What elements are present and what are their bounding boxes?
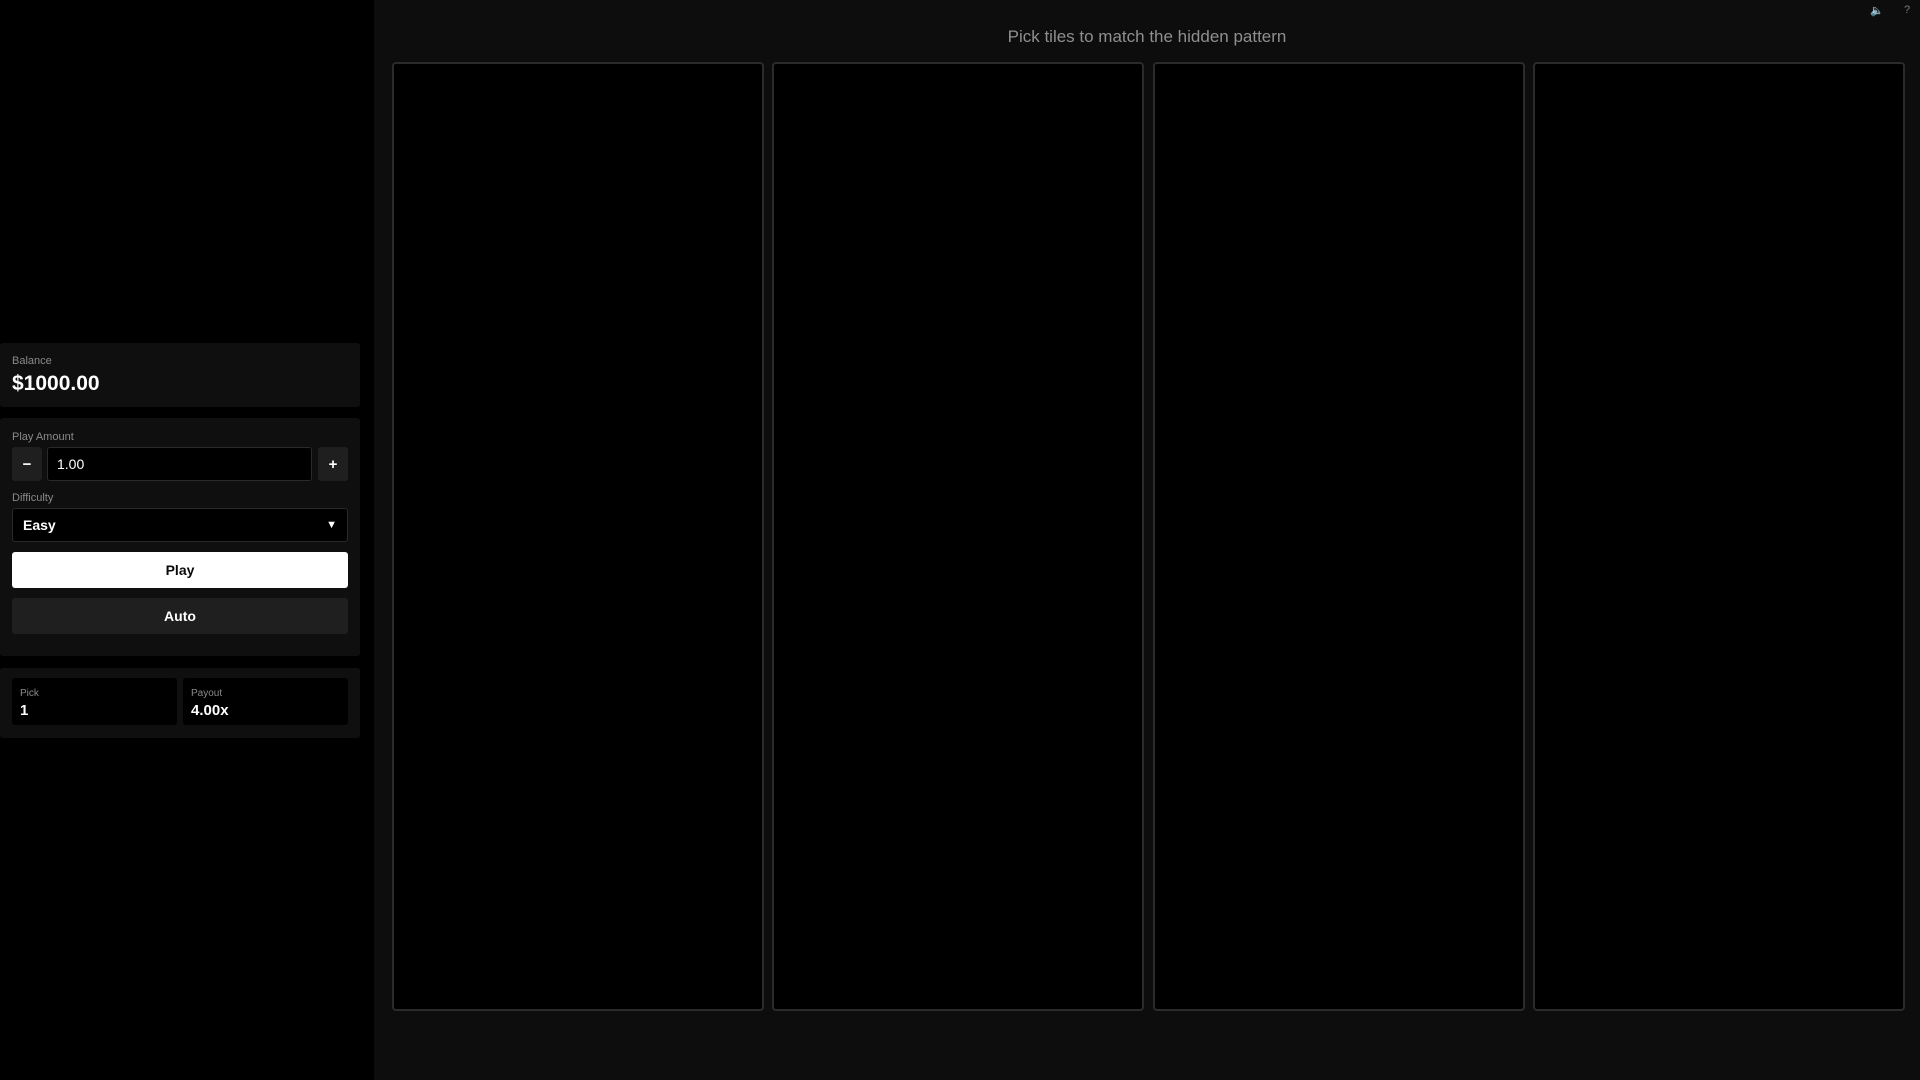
increase-amount-button[interactable]: + (318, 447, 348, 481)
payout-value: 4.00x (191, 702, 229, 719)
payout-stat: Payout 4.00x (183, 678, 348, 725)
difficulty-selected-value: Easy (23, 517, 56, 533)
game-board-area: 🔈 ? Pick tiles to match the hidden patte… (374, 0, 1920, 1080)
tile-column-2[interactable] (772, 62, 1144, 1011)
sound-icon[interactable]: 🔈 (1870, 4, 1884, 17)
pick-value: 1 (20, 702, 29, 719)
controls-panel: Play Amount − + Difficulty Easy ▼ Play A… (0, 418, 360, 656)
sidebar: Balance $1000.00 Play Amount − + Difficu… (0, 0, 374, 1080)
play-amount-label: Play Amount (12, 431, 74, 443)
play-amount-input[interactable] (47, 447, 312, 481)
tile-column-1[interactable] (392, 62, 764, 1011)
pick-label: Pick (20, 688, 39, 699)
auto-button[interactable]: Auto (12, 598, 348, 634)
caret-down-icon: ▼ (326, 519, 337, 531)
difficulty-label: Difficulty (12, 492, 54, 504)
difficulty-select[interactable]: Easy ▼ (12, 508, 348, 542)
decrease-amount-button[interactable]: − (12, 447, 42, 481)
game-app: Balance $1000.00 Play Amount − + Difficu… (0, 0, 1920, 1080)
pick-stat: Pick 1 (12, 678, 177, 725)
balance-panel: Balance $1000.00 (0, 343, 360, 407)
help-icon[interactable]: ? (1904, 4, 1910, 16)
instruction-text: Pick tiles to match the hidden pattern (1007, 27, 1287, 46)
tile-column-4[interactable] (1533, 62, 1905, 1011)
payout-label: Payout (191, 688, 223, 699)
balance-label: Balance (12, 355, 52, 367)
tile-column-3[interactable] (1153, 62, 1525, 1011)
stats-panel: Pick 1 Payout 4.00x (0, 668, 360, 738)
play-button[interactable]: Play (12, 552, 348, 588)
balance-value: $1000.00 (12, 372, 100, 395)
